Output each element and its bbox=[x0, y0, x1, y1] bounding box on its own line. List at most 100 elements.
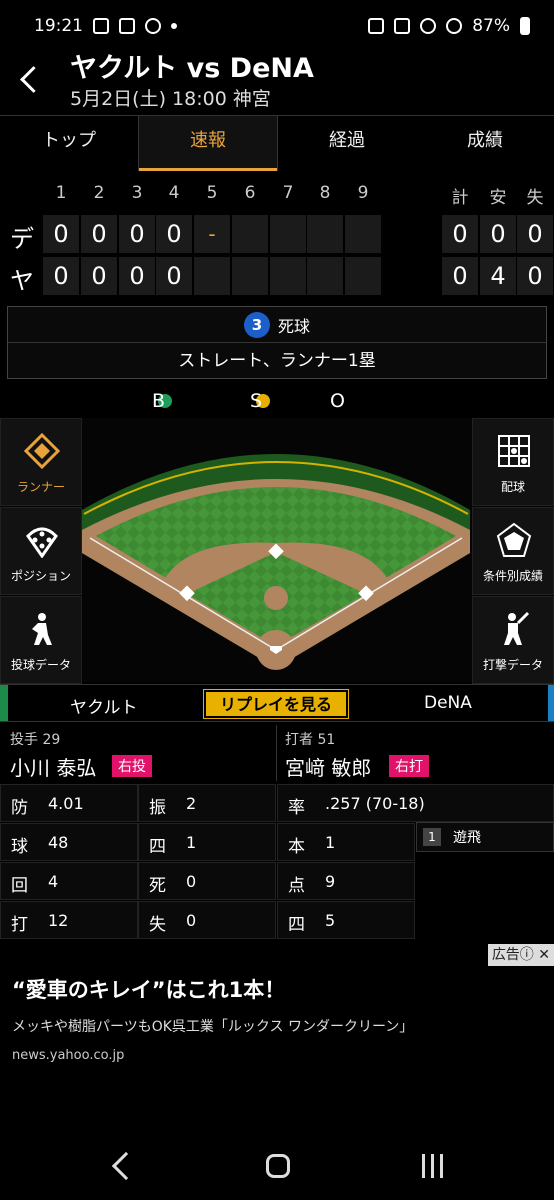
position-icon bbox=[26, 527, 58, 558]
at-bat-outcome: 遊飛 bbox=[453, 830, 481, 846]
stat-key: 失 bbox=[149, 915, 166, 935]
score-cell: 0 bbox=[119, 215, 155, 253]
score-cell bbox=[270, 215, 306, 253]
stat-value: 2 bbox=[186, 794, 197, 813]
ad-badge[interactable]: 広告ⓘ ✕ bbox=[487, 944, 554, 966]
batter-name: 宮﨑 敏郎 bbox=[285, 756, 372, 780]
side-batting-data-button[interactable]: 打撃データ bbox=[472, 596, 554, 684]
batter-stat: 本1 bbox=[277, 823, 415, 861]
team-switch-row: ヤクルト リプレイを見る DeNA bbox=[0, 684, 554, 722]
score-cell: - bbox=[194, 215, 230, 253]
ad-title[interactable]: “愛車のキレイ”はこれ1本！ bbox=[12, 974, 285, 1004]
pitcher-stat: 球 48 bbox=[0, 823, 138, 861]
stat-value: 4.01 bbox=[48, 794, 84, 813]
side-runner-button[interactable]: ランナー bbox=[0, 418, 82, 506]
score-cell bbox=[270, 257, 306, 295]
batter-icon bbox=[504, 611, 530, 645]
nav-home-icon[interactable] bbox=[266, 1154, 290, 1178]
home-team-color-bar bbox=[0, 685, 8, 721]
gallery-icon bbox=[119, 18, 135, 34]
pitcher-stat: 四1 bbox=[138, 823, 276, 861]
total-cell: 0 bbox=[442, 215, 478, 253]
total-header: 安 bbox=[489, 188, 507, 208]
radar-chart-icon bbox=[496, 522, 532, 557]
mute-icon bbox=[394, 18, 411, 34]
pitcher-role: 投手 29 bbox=[10, 732, 61, 748]
inning-header: 8 bbox=[319, 183, 331, 203]
pitcher-stat: 打 12 bbox=[0, 901, 138, 939]
pitcher-stat: 振2 bbox=[138, 784, 276, 822]
side-label: 打撃データ bbox=[482, 658, 543, 672]
score-cell: 0 bbox=[156, 215, 192, 253]
home-team-tab[interactable]: ヤクルト bbox=[70, 693, 138, 718]
battery-icon bbox=[520, 17, 530, 35]
pitcher-card[interactable]: 投手 29 小川 泰弘 右投 bbox=[0, 725, 276, 781]
replay-button[interactable]: リプレイを見る bbox=[203, 689, 349, 719]
score-cell bbox=[307, 215, 343, 253]
field-area: ランナー ポジション 投球データ 配球 条件別成績 打撃データ bbox=[0, 418, 554, 684]
side-label: ポジション bbox=[10, 569, 71, 583]
count-indicator: B S O bbox=[0, 390, 554, 416]
tab-progress[interactable]: 経過 bbox=[278, 116, 416, 171]
away-team-tab[interactable]: DeNA bbox=[424, 693, 472, 713]
team-label-away: デ bbox=[10, 225, 34, 253]
total-cell: 0 bbox=[517, 257, 553, 295]
side-label: 配球 bbox=[500, 480, 525, 494]
strike-count: S bbox=[250, 390, 270, 412]
total-header: 失 bbox=[526, 188, 544, 208]
stat-value: 0 bbox=[186, 872, 197, 891]
score-cell bbox=[194, 257, 230, 295]
score-cell: 0 bbox=[43, 257, 79, 295]
clock: 19:21 bbox=[34, 16, 83, 36]
score-cell bbox=[232, 215, 268, 253]
ball-count: B bbox=[152, 390, 172, 412]
total-cell: 0 bbox=[442, 257, 478, 295]
side-pitching-data-button[interactable]: 投球データ bbox=[0, 596, 82, 684]
inning-header: 3 bbox=[131, 183, 143, 203]
tab-stats[interactable]: 成績 bbox=[416, 116, 554, 171]
scoreboard: 1 2 3 4 5 6 7 8 9 計 安 失 デ 0 0 0 0 - 0 0 … bbox=[0, 183, 554, 298]
stat-value: 12 bbox=[48, 911, 69, 930]
strike-label: S bbox=[250, 390, 263, 412]
batter-card[interactable]: 打者 51 宮﨑 敏郎 右打 bbox=[277, 725, 554, 781]
batter-stat: 四5 bbox=[277, 901, 415, 939]
score-cell bbox=[345, 215, 381, 253]
ad-description[interactable]: メッキや樹脂パーツもOK呉工業「ルックス ワンダークリーン」 bbox=[12, 1016, 413, 1036]
pitcher-icon bbox=[32, 613, 52, 645]
side-pitch-chart-button[interactable]: 配球 bbox=[472, 418, 554, 506]
side-label: 条件別成績 bbox=[482, 569, 543, 583]
wifi-icon bbox=[420, 18, 437, 34]
batter-role: 打者 51 bbox=[285, 732, 336, 748]
total-cell: 0 bbox=[517, 215, 553, 253]
status-bar: 19:21 87% bbox=[0, 0, 554, 52]
stat-key: 四 bbox=[288, 915, 305, 935]
pitcher-name: 小川 泰弘 bbox=[10, 756, 97, 780]
side-split-stats-button[interactable]: 条件別成績 bbox=[472, 507, 554, 595]
inning-header: 7 bbox=[282, 183, 294, 203]
side-position-button[interactable]: ポジション bbox=[0, 507, 82, 595]
ad-banner[interactable]: 広告ⓘ ✕ “愛車のキレイ”はこれ1本！ メッキや樹脂パーツもOK呉工業「ルック… bbox=[0, 944, 554, 1094]
stat-value: 0 bbox=[186, 911, 197, 930]
pitcher-stat: 死0 bbox=[138, 862, 276, 900]
stat-key: 球 bbox=[11, 837, 28, 857]
score-cell: 0 bbox=[43, 215, 79, 253]
stat-key: 振 bbox=[149, 798, 166, 818]
pitcher-stat: 回4 bbox=[0, 862, 138, 900]
total-cell: 4 bbox=[480, 257, 516, 295]
inning-header: 4 bbox=[168, 183, 180, 203]
ad-url[interactable]: news.yahoo.co.jp bbox=[12, 1048, 124, 1063]
away-team-color-bar bbox=[548, 685, 554, 721]
batter-stat: 率 .257 (70-18) bbox=[277, 784, 554, 822]
nav-recents-icon[interactable] bbox=[422, 1154, 444, 1178]
back-button[interactable] bbox=[18, 64, 42, 94]
tab-top[interactable]: トップ bbox=[0, 116, 138, 171]
tab-live[interactable]: 速報 bbox=[138, 116, 278, 171]
inning-header: 1 bbox=[55, 183, 67, 203]
tab-bar: トップ 速報 経過 成績 bbox=[0, 115, 554, 171]
score-cell: 0 bbox=[81, 215, 117, 253]
inning-header: 6 bbox=[244, 183, 256, 203]
nav-back-icon[interactable] bbox=[111, 1151, 141, 1181]
score-cell bbox=[307, 257, 343, 295]
play-number-badge: 3 bbox=[243, 311, 270, 338]
do-not-disturb-icon bbox=[446, 18, 463, 34]
